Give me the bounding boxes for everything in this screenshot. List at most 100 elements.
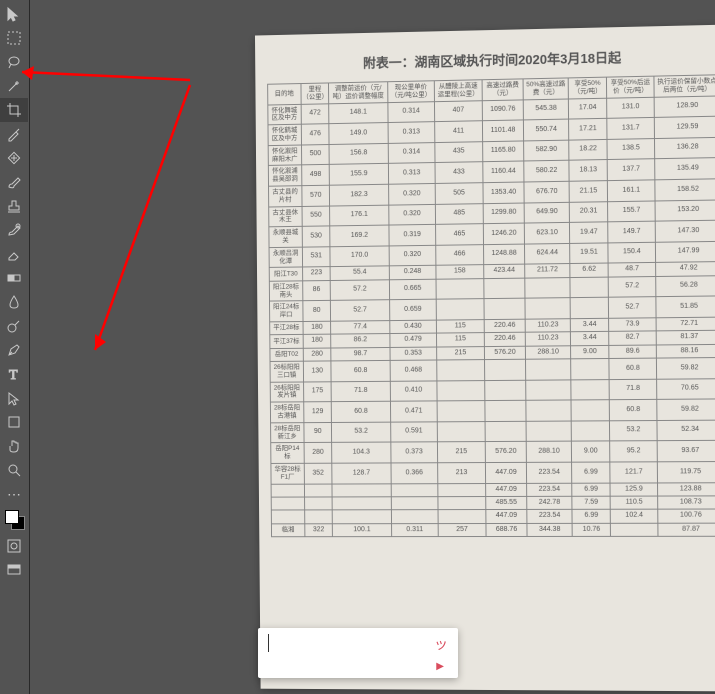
table-cell: 19.47 xyxy=(570,222,608,243)
table-cell xyxy=(484,278,525,299)
table-cell: 180 xyxy=(303,321,331,335)
ellipsis-tool[interactable]: ⋯ xyxy=(0,482,28,506)
table-cell: 1248.88 xyxy=(484,244,525,265)
table-cell: 550 xyxy=(302,206,330,227)
table-cell: 71.8 xyxy=(609,379,657,400)
table-cell xyxy=(391,497,438,510)
table-cell: 472 xyxy=(301,103,329,124)
magic-wand-tool[interactable] xyxy=(0,74,28,98)
table-cell: 9.00 xyxy=(572,441,610,462)
table-cell: 古丈县休木王 xyxy=(269,206,302,227)
table-cell: 128.90 xyxy=(654,96,715,118)
table-header: 目的地 xyxy=(268,84,301,105)
table-cell xyxy=(438,510,486,523)
table-cell: 6.99 xyxy=(572,483,610,497)
table-cell: 怀化舞城区及中方 xyxy=(268,104,301,125)
table-cell: 86 xyxy=(303,280,331,301)
table-cell xyxy=(571,379,609,400)
crop-tool[interactable] xyxy=(0,98,28,122)
screenmode-tool[interactable] xyxy=(0,558,28,582)
path-select-tool[interactable] xyxy=(0,386,28,410)
table-cell: 155.7 xyxy=(608,201,656,222)
table-cell: 89.6 xyxy=(609,345,657,359)
healing-tool[interactable] xyxy=(0,146,28,170)
table-cell: 7.59 xyxy=(572,496,610,510)
marquee-tool[interactable] xyxy=(0,26,28,50)
table-cell: 115 xyxy=(436,333,484,347)
table-cell: 123.88 xyxy=(658,482,715,496)
doc-title: 附表一：湖南区域执行时间2020年3月18日起 xyxy=(267,45,715,74)
table-cell: 0.313 xyxy=(388,163,435,184)
table-cell: 688.76 xyxy=(486,523,527,536)
lasso-tool[interactable] xyxy=(0,50,28,74)
table-cell: 52.7 xyxy=(608,297,656,318)
table-cell: 215 xyxy=(437,346,485,360)
table-cell: 115 xyxy=(436,320,484,334)
hand-tool[interactable] xyxy=(0,434,28,458)
table-cell: 129.59 xyxy=(655,116,715,138)
gradient-tool[interactable] xyxy=(0,266,28,290)
brush-tool[interactable] xyxy=(0,170,28,194)
table-cell: 平江37标 xyxy=(270,335,303,349)
table-cell: 0.313 xyxy=(388,122,435,143)
table-cell: 411 xyxy=(435,121,483,142)
zoom-tool[interactable] xyxy=(0,458,28,482)
table-cell: 130 xyxy=(303,361,331,382)
history-brush-tool[interactable] xyxy=(0,218,28,242)
table-cell: 57.2 xyxy=(608,276,656,297)
table-cell xyxy=(271,497,304,510)
table-cell: 0.665 xyxy=(389,279,436,300)
eyedropper-tool[interactable] xyxy=(0,122,28,146)
pen-tool[interactable] xyxy=(0,338,28,362)
table-cell: 465 xyxy=(435,224,483,245)
table-cell: 18.13 xyxy=(569,160,607,181)
table-cell: 怀化溆阳麻阳木广 xyxy=(268,145,301,166)
canvas-area[interactable]: 附表一：湖南区域执行时间2020年3月18日起 目的地里程（公里）调整前运价（元… xyxy=(30,0,715,694)
table-header: 享受50%后运价（元/吨） xyxy=(607,76,655,98)
ime-glyph: ッ xyxy=(434,634,448,654)
table-cell xyxy=(570,277,608,298)
table-cell xyxy=(391,483,438,496)
table-cell: 1165.80 xyxy=(483,141,524,162)
table-cell: 岳阳P14标 xyxy=(271,443,304,464)
type-tool[interactable]: T xyxy=(0,362,28,386)
table-cell: 87.87 xyxy=(658,523,715,537)
table-cell: 永顺吕洞化潭 xyxy=(269,247,302,268)
table-cell: 137.7 xyxy=(607,159,655,181)
table-cell: 53.2 xyxy=(610,420,658,441)
table-cell: 临湘 xyxy=(271,524,304,537)
table-cell: 223.54 xyxy=(526,462,572,483)
table-cell: 0.320 xyxy=(388,183,435,204)
ime-candidate-bar[interactable]: ッ ▶ xyxy=(258,628,458,678)
table-cell: 26标阳阳发片镇 xyxy=(270,382,303,403)
table-cell xyxy=(526,380,572,401)
table-cell xyxy=(437,360,485,381)
table-cell: 220.46 xyxy=(484,333,525,347)
table-cell: 0.373 xyxy=(391,442,438,463)
table-cell: 624.44 xyxy=(525,243,571,264)
shape-tool[interactable] xyxy=(0,410,28,434)
table-row: 447.09223.546.99102.4100.76 xyxy=(271,509,715,523)
table-cell: 10.76 xyxy=(572,523,610,536)
table-cell: 9.00 xyxy=(571,345,609,359)
dodge-tool[interactable] xyxy=(0,314,28,338)
table-cell: 280 xyxy=(303,348,331,362)
quickmask-tool[interactable] xyxy=(0,534,28,558)
table-cell: 3.44 xyxy=(571,332,609,346)
stamp-tool[interactable] xyxy=(0,194,28,218)
ime-cursor xyxy=(268,634,269,652)
table-cell: 17.04 xyxy=(569,98,607,119)
table-cell: 545.38 xyxy=(523,99,569,121)
move-tool[interactable] xyxy=(0,2,28,26)
table-cell: 70.65 xyxy=(657,378,715,399)
eraser-tool[interactable] xyxy=(0,242,28,266)
blur-tool[interactable] xyxy=(0,290,28,314)
table-cell: 80 xyxy=(303,301,331,322)
table-cell: 121.7 xyxy=(610,462,658,483)
table-cell: 148.1 xyxy=(329,102,388,124)
color-swatch[interactable] xyxy=(5,510,25,530)
table-cell: 466 xyxy=(436,244,484,265)
table-cell: 88.16 xyxy=(657,344,715,358)
table-cell: 60.8 xyxy=(331,361,390,382)
table-cell: 129 xyxy=(304,402,332,423)
